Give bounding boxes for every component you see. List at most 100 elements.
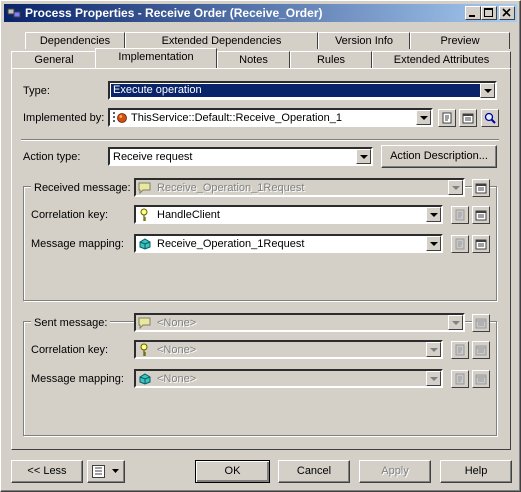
tab-extended-dependencies[interactable]: Extended Dependencies	[125, 32, 318, 49]
mapping-icon	[139, 238, 151, 250]
received-mapping-properties-button[interactable]	[472, 235, 490, 253]
tab-label: Extended Attributes	[393, 54, 490, 66]
tab-label: Preview	[440, 35, 480, 47]
received-mapping-create-button	[451, 235, 469, 253]
cancel-label: Cancel	[296, 465, 332, 477]
separator	[21, 139, 499, 141]
type-select[interactable]: Execute operation	[108, 81, 497, 100]
less-button[interactable]: << Less	[11, 460, 83, 483]
dropdown-arrow-icon[interactable]	[480, 83, 495, 98]
tab-extended-attributes[interactable]: Extended Attributes	[372, 51, 511, 68]
dropdown-arrow-icon[interactable]	[426, 207, 441, 222]
received-correlation-select[interactable]: HandleClient	[134, 205, 443, 224]
properties-icon	[475, 374, 487, 385]
title-bar[interactable]: Process Properties - Receive Order (Rece…	[4, 4, 517, 22]
tab-preview[interactable]: Preview	[410, 32, 510, 49]
action-type-label: Action type:	[23, 151, 81, 163]
maximize-button[interactable]	[481, 6, 497, 20]
sent-correlation-create-button	[451, 341, 469, 359]
tab-label: Extended Dependencies	[161, 35, 282, 47]
key-icon	[140, 208, 148, 221]
message-icon	[138, 317, 151, 329]
properties-icon	[475, 345, 487, 356]
close-button[interactable]	[499, 6, 515, 20]
mapping-icon	[139, 373, 151, 385]
help-label: Help	[464, 465, 488, 477]
create-icon	[455, 238, 465, 250]
type-value: Execute operation	[111, 84, 481, 97]
dropdown-arrow-icon[interactable]	[356, 149, 371, 164]
tab-label: General	[34, 54, 74, 66]
received-mapping-select[interactable]: Receive_Operation_1Request	[134, 234, 443, 253]
help-button[interactable]: Help	[440, 460, 512, 483]
properties-icon	[462, 113, 474, 124]
properties-icon	[475, 183, 487, 194]
list-menu-icon	[92, 465, 105, 478]
sent-mapping-properties-button	[472, 370, 490, 388]
tab-label: Notes	[239, 54, 268, 66]
properties-icon	[475, 210, 487, 221]
tab-general[interactable]: General	[11, 51, 97, 68]
tab-rules[interactable]: Rules	[290, 51, 372, 68]
apply-button: Apply	[359, 460, 431, 483]
sent-message-select: <None>	[134, 313, 465, 332]
tab-notes[interactable]: Notes	[217, 51, 290, 68]
properties-implementation-button[interactable]	[459, 109, 477, 127]
sent-mapping-create-button	[451, 370, 469, 388]
received-message-value: Receive_Operation_1Request	[157, 182, 305, 194]
implemented-by-label: Implemented by:	[23, 112, 105, 124]
sent-correlation-select: <None>	[134, 340, 443, 359]
sent-message-properties-button	[472, 314, 490, 332]
sent-message-label: Sent message:	[31, 317, 111, 329]
key-icon	[140, 343, 148, 356]
minimize-button[interactable]	[465, 6, 481, 20]
close-icon	[502, 8, 511, 17]
window-title: Process Properties - Receive Order (Rece…	[25, 6, 323, 20]
dropdown-arrow-icon[interactable]	[426, 236, 441, 251]
find-implementation-button[interactable]	[481, 109, 499, 127]
received-mapping-value: Receive_Operation_1Request	[157, 238, 305, 250]
create-icon	[455, 373, 465, 385]
sent-mapping-select: <None>	[134, 369, 443, 388]
received-correlation-value: HandleClient	[157, 209, 220, 221]
action-description-button[interactable]: Action Description...	[381, 145, 497, 168]
create-icon	[442, 112, 452, 124]
action-type-select[interactable]: Receive request	[108, 147, 373, 166]
dropdown-arrow-icon	[448, 315, 463, 330]
tab-implementation[interactable]: Implementation	[95, 48, 217, 68]
create-icon	[455, 209, 465, 221]
new-implementation-button[interactable]	[438, 109, 456, 127]
action-type-value: Receive request	[113, 151, 193, 163]
less-label: << Less	[27, 465, 67, 477]
properties-icon	[475, 239, 487, 250]
received-correlation-create-button	[451, 206, 469, 224]
dropdown-arrow-icon	[426, 342, 441, 357]
process-properties-dialog: Process Properties - Receive Order (Rece…	[0, 0, 521, 492]
properties-icon	[475, 318, 487, 329]
sent-message-value: <None>	[157, 317, 197, 329]
cancel-button[interactable]: Cancel	[278, 460, 350, 483]
tab-version-info[interactable]: Version Info	[318, 32, 410, 49]
tab-dependencies[interactable]: Dependencies	[25, 32, 125, 49]
sent-correlation-label: Correlation key:	[31, 344, 109, 356]
received-mapping-label: Message mapping:	[31, 238, 124, 250]
menu-button[interactable]	[87, 460, 125, 483]
sent-correlation-properties-button	[472, 341, 490, 359]
tab-label: Version Info	[334, 35, 394, 47]
apply-label: Apply	[381, 465, 409, 477]
sent-correlation-value: <None>	[157, 344, 197, 356]
process-icon	[7, 8, 21, 18]
received-correlation-properties-button[interactable]	[472, 206, 490, 224]
sent-mapping-value: <None>	[157, 373, 197, 385]
sent-mapping-label: Message mapping:	[31, 373, 124, 385]
message-icon	[138, 182, 151, 194]
ok-button[interactable]: OK	[195, 460, 270, 483]
type-label: Type:	[23, 85, 50, 97]
chevron-down-icon	[112, 469, 119, 473]
received-correlation-label: Correlation key:	[31, 209, 109, 221]
dropdown-arrow-icon[interactable]	[416, 110, 431, 125]
ok-label: OK	[224, 465, 241, 477]
dropdown-arrow-icon	[448, 180, 463, 195]
received-message-properties-button[interactable]	[472, 179, 490, 197]
implemented-by-select[interactable]: ThisService::Default::Receive_Operation_…	[108, 108, 433, 127]
